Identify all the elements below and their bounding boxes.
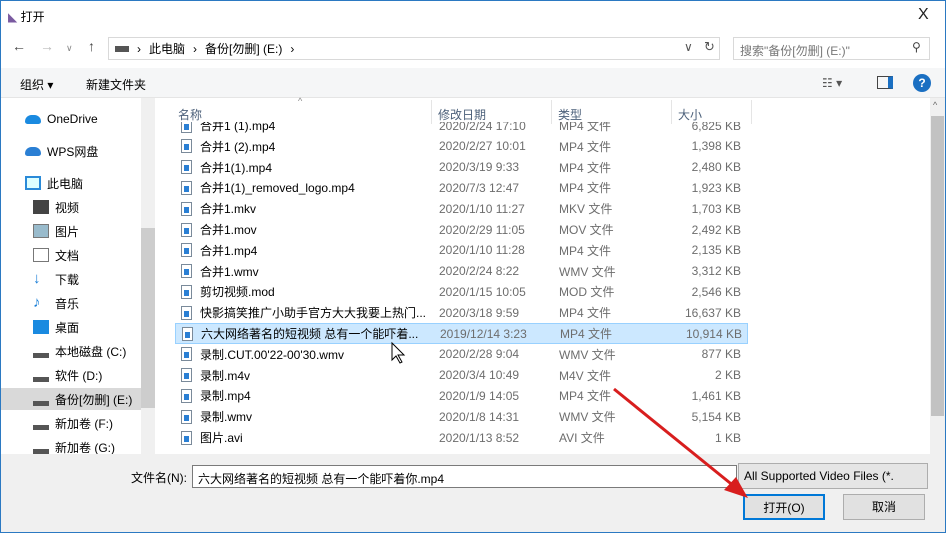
arrow-shaft	[613, 387, 736, 489]
annotation-arrow	[391, 341, 748, 498]
mouse-cursor	[391, 341, 406, 364]
